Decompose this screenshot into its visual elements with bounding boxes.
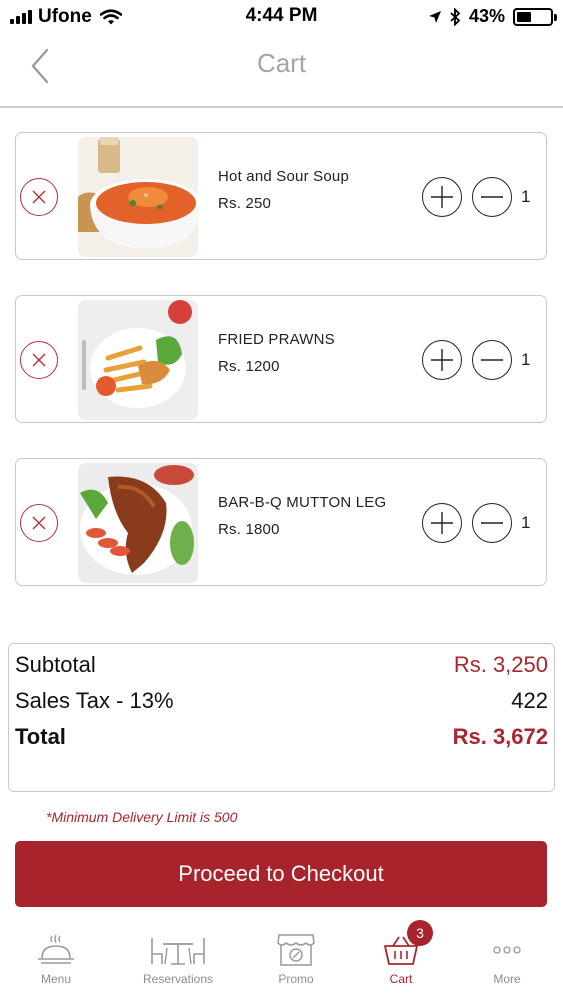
tab-more[interactable]: More: [451, 915, 563, 1000]
basket-icon: [345, 931, 457, 969]
mutton-leg-image: [78, 463, 198, 583]
subtotal-value: Rs. 3,250: [453, 652, 548, 677]
minus-icon: [481, 522, 503, 524]
remove-item-button[interactable]: [20, 178, 58, 216]
item-price: Rs. 1200: [218, 358, 280, 375]
tax-value: 422: [511, 688, 548, 713]
cart-item: FRIED PRAWNS Rs. 1200 1: [15, 295, 547, 423]
decrease-quantity-button[interactable]: [472, 177, 512, 217]
minus-icon: [481, 196, 503, 198]
minimum-delivery-note: *Minimum Delivery Limit is 500: [46, 809, 238, 825]
plus-icon: [431, 349, 453, 371]
tab-label: Promo: [278, 972, 314, 986]
page-title: Cart: [256, 48, 307, 78]
tab-cart[interactable]: 3 Cart: [345, 915, 457, 1000]
total-value: Rs. 3,672: [452, 724, 548, 749]
cart-count-badge: 3: [407, 920, 433, 946]
battery-icon: [513, 7, 557, 26]
cart-item: Hot and Sour Soup Rs. 250 1: [15, 132, 547, 260]
tab-label: More: [493, 972, 521, 986]
remove-item-button[interactable]: [20, 504, 58, 542]
item-name: Hot and Sour Soup: [218, 168, 349, 185]
bluetooth-icon: [450, 7, 461, 26]
cloche-icon: [0, 931, 112, 969]
close-icon: [32, 353, 46, 367]
nav-bar: Cart: [0, 34, 563, 108]
status-right: 43%: [428, 6, 557, 27]
fried-prawns-image: [78, 300, 198, 420]
item-price: Rs. 1800: [218, 521, 280, 538]
battery-percent: 43%: [468, 6, 505, 26]
quantity-value: 1: [521, 187, 531, 206]
increase-quantity-button[interactable]: [422, 177, 462, 217]
increase-quantity-button[interactable]: [422, 340, 462, 380]
tab-reservations[interactable]: Reservations: [122, 915, 234, 1000]
close-icon: [32, 190, 46, 204]
tab-menu[interactable]: Menu: [0, 915, 112, 1000]
tab-promo[interactable]: Promo: [240, 915, 352, 1000]
item-name: FRIED PRAWNS: [218, 331, 335, 348]
status-bar: Ufone 4:44 PM 43%: [0, 0, 563, 34]
item-name: BAR-B-Q MUTTON LEG: [218, 494, 387, 511]
cart-item: BAR-B-Q MUTTON LEG Rs. 1800 1: [15, 458, 547, 586]
subtotal-row: Subtotal Rs. 3,250: [15, 652, 548, 678]
tab-label: Cart: [389, 972, 413, 986]
close-icon: [32, 516, 46, 530]
quantity-value: 1: [521, 350, 531, 369]
soup-image: [78, 137, 198, 257]
dining-table-icon: [122, 931, 234, 969]
subtotal-label: Subtotal: [15, 652, 96, 677]
plus-icon: [431, 512, 453, 534]
order-summary: Subtotal Rs. 3,250 Sales Tax - 13% 422 T…: [8, 643, 555, 792]
quantity-value: 1: [521, 513, 531, 532]
more-dots-icon: [451, 931, 563, 969]
total-row: Total Rs. 3,672: [15, 724, 548, 750]
tax-label: Sales Tax - 13%: [15, 688, 174, 713]
decrease-quantity-button[interactable]: [472, 340, 512, 380]
decrease-quantity-button[interactable]: [472, 503, 512, 543]
battery-level: [517, 11, 531, 22]
checkout-button[interactable]: Proceed to Checkout: [15, 841, 547, 907]
increase-quantity-button[interactable]: [422, 503, 462, 543]
location-arrow-icon: [428, 10, 441, 23]
store-icon: [240, 931, 352, 969]
remove-item-button[interactable]: [20, 341, 58, 379]
tax-row: Sales Tax - 13% 422: [15, 688, 548, 714]
minus-icon: [481, 359, 503, 361]
tab-label: Reservations: [142, 972, 214, 986]
tab-bar: Menu Reservations Promo 3 Cart More: [0, 915, 563, 1000]
total-label: Total: [15, 724, 66, 749]
plus-icon: [431, 186, 453, 208]
tab-label: Menu: [40, 972, 72, 986]
item-price: Rs. 250: [218, 195, 272, 212]
